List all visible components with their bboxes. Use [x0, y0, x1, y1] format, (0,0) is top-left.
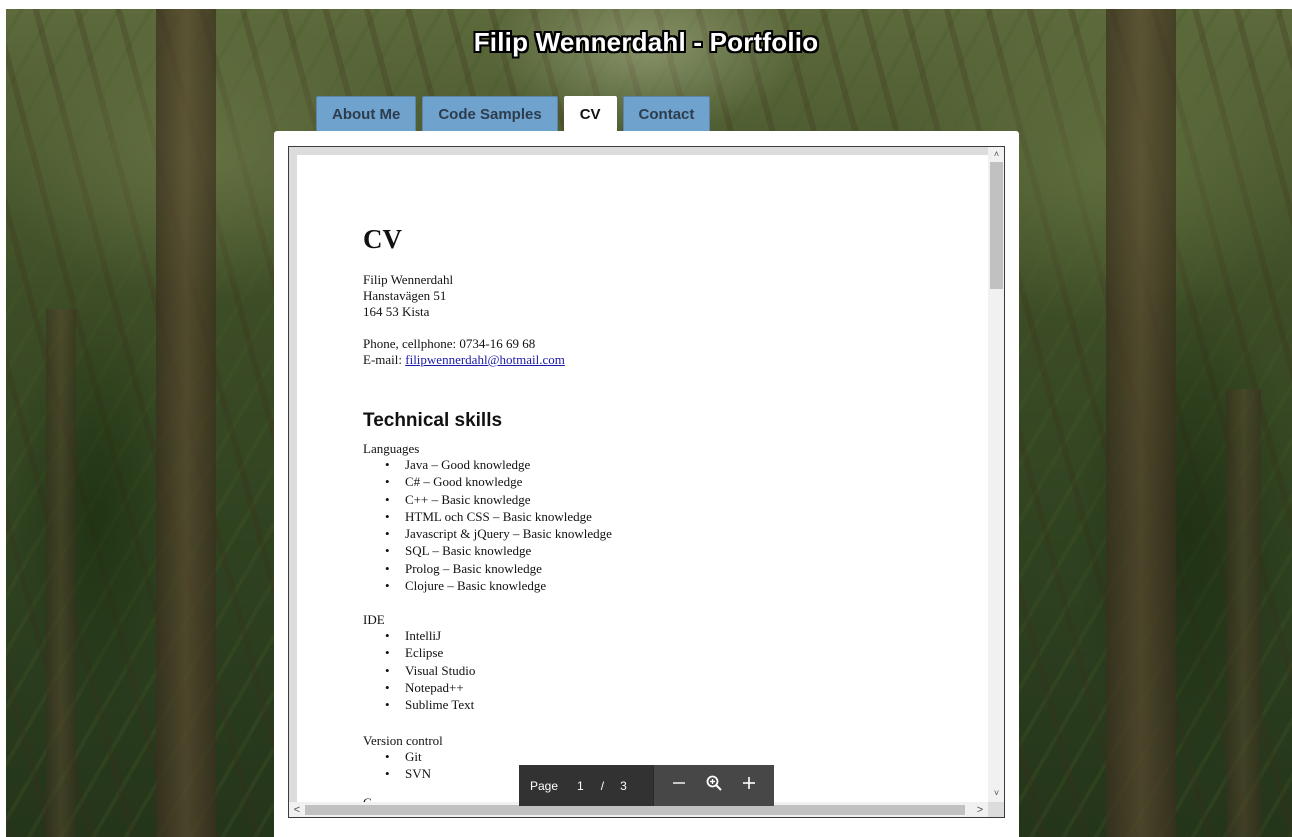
zoom-controls	[653, 765, 774, 806]
cv-email-line: E-mail: filipwennerdahl@hotmail.com	[363, 352, 565, 368]
cv-email-label: E-mail:	[363, 352, 406, 367]
technical-skills-heading: Technical skills	[363, 410, 503, 431]
cv-phone: Phone, cellphone: 0734-16 69 68	[363, 336, 536, 351]
page-separator: /	[600, 778, 605, 793]
list-item: Java – Good knowledge	[385, 457, 612, 474]
ide-label: IDE	[363, 612, 385, 627]
ide-section: IDE IntelliJ Eclipse Visual Studio Notep…	[363, 612, 475, 714]
vcs-section: Version control Git SVN	[363, 733, 443, 784]
tab-cv[interactable]: CV	[563, 96, 617, 132]
contact-block: Phone, cellphone: 0734-16 69 68 E-mail: …	[363, 336, 565, 368]
horizontal-scroll-thumb[interactable]	[305, 805, 965, 815]
zoom-in-plus-icon[interactable]	[736, 774, 762, 797]
cv-heading: CV	[363, 224, 402, 254]
scroll-up-arrow-icon[interactable]: ˄	[988, 147, 1004, 161]
list-item: Git	[385, 749, 443, 766]
vertical-scrollbar[interactable]: ˄ ˅	[988, 147, 1004, 802]
vcs-label: Version control	[363, 733, 443, 748]
tab-code-samples[interactable]: Code Samples	[422, 96, 558, 132]
tab-bar: About Me Code Samples CV Contact	[316, 96, 711, 132]
list-item: Prolog – Basic knowledge	[385, 561, 612, 578]
zoom-magnifier-icon[interactable]	[701, 774, 727, 798]
list-item: Javascript & jQuery – Basic knowledge	[385, 526, 612, 543]
page-label: Page	[530, 778, 559, 793]
scroll-left-arrow-icon[interactable]: <	[289, 802, 305, 817]
current-page-input[interactable]: 1	[577, 779, 584, 793]
languages-label: Languages	[363, 441, 420, 456]
site-title: Filip Wennerdahl - Portfolio	[473, 27, 819, 57]
page-indicator: Page 1 / 3	[519, 765, 653, 806]
list-item: Notepad++	[385, 680, 475, 697]
vertical-scroll-thumb[interactable]	[990, 162, 1003, 289]
pdf-viewer[interactable]: CV Filip Wennerdahl Hanstavägen 51 164 5…	[288, 146, 1005, 818]
pdf-toolbar: Page 1 / 3	[519, 765, 774, 806]
zoom-out-minus-icon[interactable]	[666, 774, 692, 797]
address-block: Filip Wennerdahl Hanstavägen 51 164 53 K…	[363, 272, 453, 320]
cv-name: Filip Wennerdahl	[363, 272, 454, 287]
scrollbar-corner	[988, 802, 1004, 817]
languages-section: Languages Java – Good knowledge C# – Goo…	[363, 441, 612, 595]
vcs-list: Git SVN	[385, 749, 443, 784]
ide-list: IntelliJ Eclipse Visual Studio Notepad++…	[385, 628, 475, 714]
cv-street: Hanstavägen 51	[363, 288, 447, 303]
cv-email-link[interactable]: filipwennerdahl@hotmail.com	[405, 352, 565, 367]
languages-list: Java – Good knowledge C# – Good knowledg…	[385, 457, 612, 595]
list-item: Eclipse	[385, 645, 475, 662]
list-item: Sublime Text	[385, 697, 475, 714]
tab-contact[interactable]: Contact	[622, 96, 711, 132]
tab-about-me[interactable]: About Me	[316, 96, 417, 132]
list-item: C++ – Basic knowledge	[385, 492, 612, 509]
list-item: Visual Studio	[385, 663, 475, 680]
cv-city: 164 53 Kista	[363, 304, 430, 319]
list-item: HTML och CSS – Basic knowledge	[385, 509, 612, 526]
total-pages: 3	[620, 778, 627, 793]
list-item: C# – Good knowledge	[385, 474, 612, 491]
scroll-right-arrow-icon[interactable]: >	[972, 802, 988, 817]
list-item: IntelliJ	[385, 628, 475, 645]
cv-document: CV Filip Wennerdahl Hanstavägen 51 164 5…	[297, 155, 988, 815]
list-item: Clojure – Basic knowledge	[385, 578, 612, 595]
scroll-down-arrow-icon[interactable]: ˅	[988, 786, 1004, 800]
list-item: SQL – Basic knowledge	[385, 543, 612, 560]
list-item: SVN	[385, 766, 443, 783]
